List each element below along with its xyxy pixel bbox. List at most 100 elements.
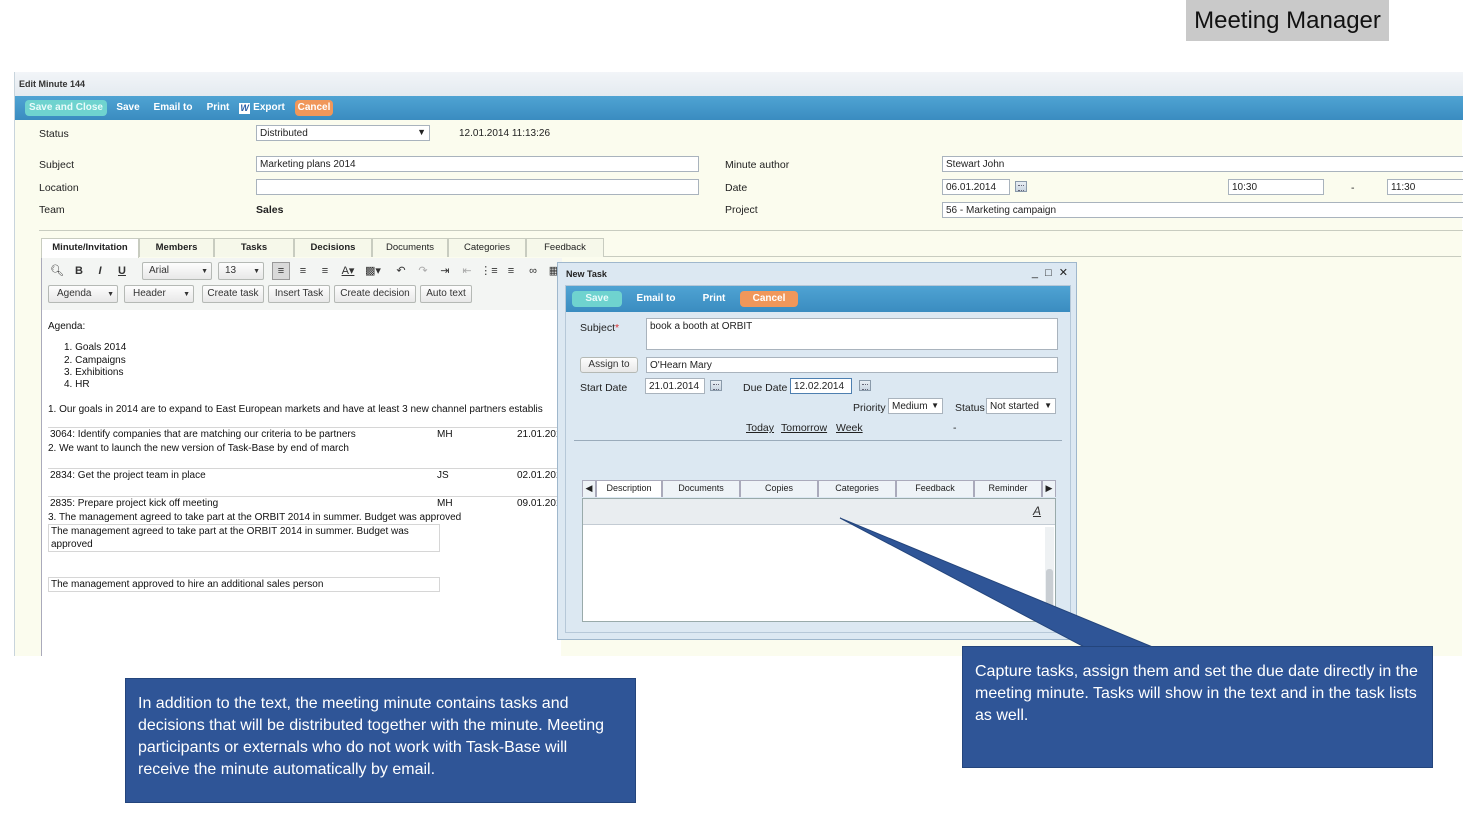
tab-documents[interactable]: Documents: [662, 480, 740, 497]
team-label: Team: [39, 204, 65, 216]
bold-button[interactable]: B: [70, 262, 88, 280]
highlight-color-icon[interactable]: ▩▾: [364, 262, 382, 280]
dialog-save-button[interactable]: Save: [572, 291, 622, 307]
tab-members[interactable]: Members: [139, 238, 214, 257]
tab-copies[interactable]: Copies: [740, 480, 818, 497]
tab-reminder[interactable]: Reminder: [974, 480, 1042, 497]
insert-task-button[interactable]: Insert Task: [268, 285, 330, 303]
tab-documents[interactable]: Documents: [372, 238, 448, 257]
numbered-list-icon[interactable]: ≡: [502, 262, 520, 280]
tab-minute-invitation[interactable]: Minute/Invitation: [41, 238, 139, 258]
assignee-input[interactable]: O'Hearn Mary: [646, 357, 1058, 373]
priority-label: Priority: [853, 402, 886, 414]
calendar-icon[interactable]: [859, 380, 871, 391]
decision-box[interactable]: The management approved to hire an addit…: [48, 577, 440, 592]
chevron-down-icon: ▼: [183, 291, 190, 298]
time-to-input[interactable]: 11:30: [1387, 179, 1463, 195]
header-dropdown[interactable]: Header ▼: [124, 285, 194, 303]
email-to-button[interactable]: Email to: [152, 100, 194, 116]
dialog-print-button[interactable]: Print: [698, 291, 730, 307]
team-value: Sales: [256, 204, 284, 216]
location-input[interactable]: [256, 179, 699, 195]
export-button[interactable]: W Export: [237, 100, 287, 116]
save-button[interactable]: Save: [113, 100, 143, 116]
undo-icon[interactable]: ↶: [392, 262, 410, 280]
font-color-icon[interactable]: A▾: [339, 262, 357, 280]
callout-left: In addition to the text, the meeting min…: [125, 678, 636, 803]
tab-tasks[interactable]: Tasks: [214, 238, 294, 257]
project-input[interactable]: 56 - Marketing campaign: [942, 202, 1463, 218]
assign-to-button[interactable]: Assign to: [580, 357, 638, 373]
tab-decisions[interactable]: Decisions: [294, 238, 372, 257]
outdent-icon[interactable]: ⇤: [458, 262, 476, 280]
italic-button[interactable]: I: [91, 262, 109, 280]
tab-scroll-right-icon[interactable]: ▶: [1042, 480, 1056, 497]
minute-item: 3. The management agreed to take part at…: [48, 512, 462, 523]
minute-author-label: Minute author: [725, 159, 790, 171]
dialog-email-button[interactable]: Email to: [632, 291, 680, 307]
divider: [39, 230, 1463, 231]
callout-right: Capture tasks, assign them and set the d…: [962, 646, 1433, 768]
agenda-item: 1. Goals 2014: [64, 342, 127, 353]
date-input[interactable]: 06.01.2014: [942, 179, 1010, 195]
font-family-select[interactable]: Arial ▼: [142, 262, 212, 280]
task-text: 3064: Identify companies that are matchi…: [50, 429, 356, 440]
due-date-input[interactable]: 12.02.2014: [790, 378, 852, 394]
agenda-label: Agenda: [57, 288, 92, 299]
task-status-select[interactable]: Not started ▼: [986, 398, 1056, 414]
task-row[interactable]: 2834: Get the project team in place JS 0…: [48, 468, 568, 481]
create-decision-button[interactable]: Create decision: [334, 285, 416, 303]
task-subject-input[interactable]: book a booth at ORBIT: [646, 318, 1058, 350]
quick-date-today[interactable]: Today: [746, 422, 774, 434]
redo-icon[interactable]: ↷: [414, 262, 432, 280]
time-separator: -: [1351, 182, 1355, 194]
calendar-icon[interactable]: [1015, 181, 1027, 192]
underline-button[interactable]: U: [113, 262, 131, 280]
priority-select[interactable]: Medium ▼: [888, 398, 943, 414]
decision-box[interactable]: The management agreed to take part at th…: [48, 524, 440, 552]
status-select[interactable]: Distributed ▼: [256, 125, 430, 141]
align-left-icon[interactable]: ≡: [272, 262, 290, 280]
create-task-button[interactable]: Create task: [202, 285, 264, 303]
auto-text-button[interactable]: Auto text: [420, 285, 472, 303]
search-icon[interactable]: 🔍︎: [48, 262, 66, 280]
tab-feedback[interactable]: Feedback: [526, 238, 604, 257]
dialog-cancel-button[interactable]: Cancel: [740, 291, 798, 307]
task-row[interactable]: 3064: Identify companies that are matchi…: [48, 427, 568, 440]
subject-input[interactable]: Marketing plans 2014: [256, 156, 699, 172]
task-status-label: Status: [955, 402, 985, 414]
callout-pointer: [839, 517, 1161, 651]
save-and-close-button[interactable]: Save and Close: [25, 100, 107, 116]
cancel-button[interactable]: Cancel: [295, 100, 333, 116]
dialog-title: New Task: [566, 269, 607, 279]
agenda-dropdown[interactable]: Agenda ▼: [48, 285, 118, 303]
print-button[interactable]: Print: [204, 100, 232, 116]
indent-icon[interactable]: ⇥: [436, 262, 454, 280]
calendar-icon[interactable]: [710, 380, 722, 391]
tab-categories[interactable]: Categories: [818, 480, 896, 497]
quick-date-week[interactable]: Week: [836, 422, 863, 434]
align-center-icon[interactable]: ≡: [294, 262, 312, 280]
chevron-down-icon: ▼: [1044, 401, 1052, 410]
tab-feedback[interactable]: Feedback: [896, 480, 974, 497]
task-due-date: 02.01.201: [517, 470, 562, 481]
minute-author-input[interactable]: Stewart John: [942, 156, 1463, 172]
font-size-value: 13: [225, 265, 237, 276]
start-date-input[interactable]: 21.01.2014: [645, 378, 705, 394]
align-right-icon[interactable]: ≡: [316, 262, 334, 280]
word-icon: W: [239, 103, 251, 114]
task-subject-label: Subject*: [580, 322, 620, 334]
tab-categories[interactable]: Categories: [448, 238, 526, 257]
link-icon[interactable]: ∞: [524, 262, 542, 280]
tab-description[interactable]: Description: [596, 480, 662, 497]
time-from-input[interactable]: 10:30: [1228, 179, 1324, 195]
agenda-item: 2. Campaigns: [64, 355, 126, 366]
font-size-select[interactable]: 13 ▼: [218, 262, 264, 280]
chevron-down-icon: ▼: [417, 127, 426, 137]
quick-date-tomorrow[interactable]: Tomorrow: [781, 422, 827, 434]
task-row[interactable]: 2835: Prepare project kick off meeting M…: [48, 496, 568, 509]
minute-editor[interactable]: 🔍︎ B I U Arial ▼ 13 ▼ ≡ ≡ ≡ A▾ ▩▾ ↶ ↷ ⇥ …: [41, 258, 568, 656]
tab-scroll-left-icon[interactable]: ◀: [582, 480, 596, 497]
bullet-list-icon[interactable]: ⋮≡: [480, 262, 498, 280]
window-controls[interactable]: _ □ ✕: [1032, 266, 1070, 279]
